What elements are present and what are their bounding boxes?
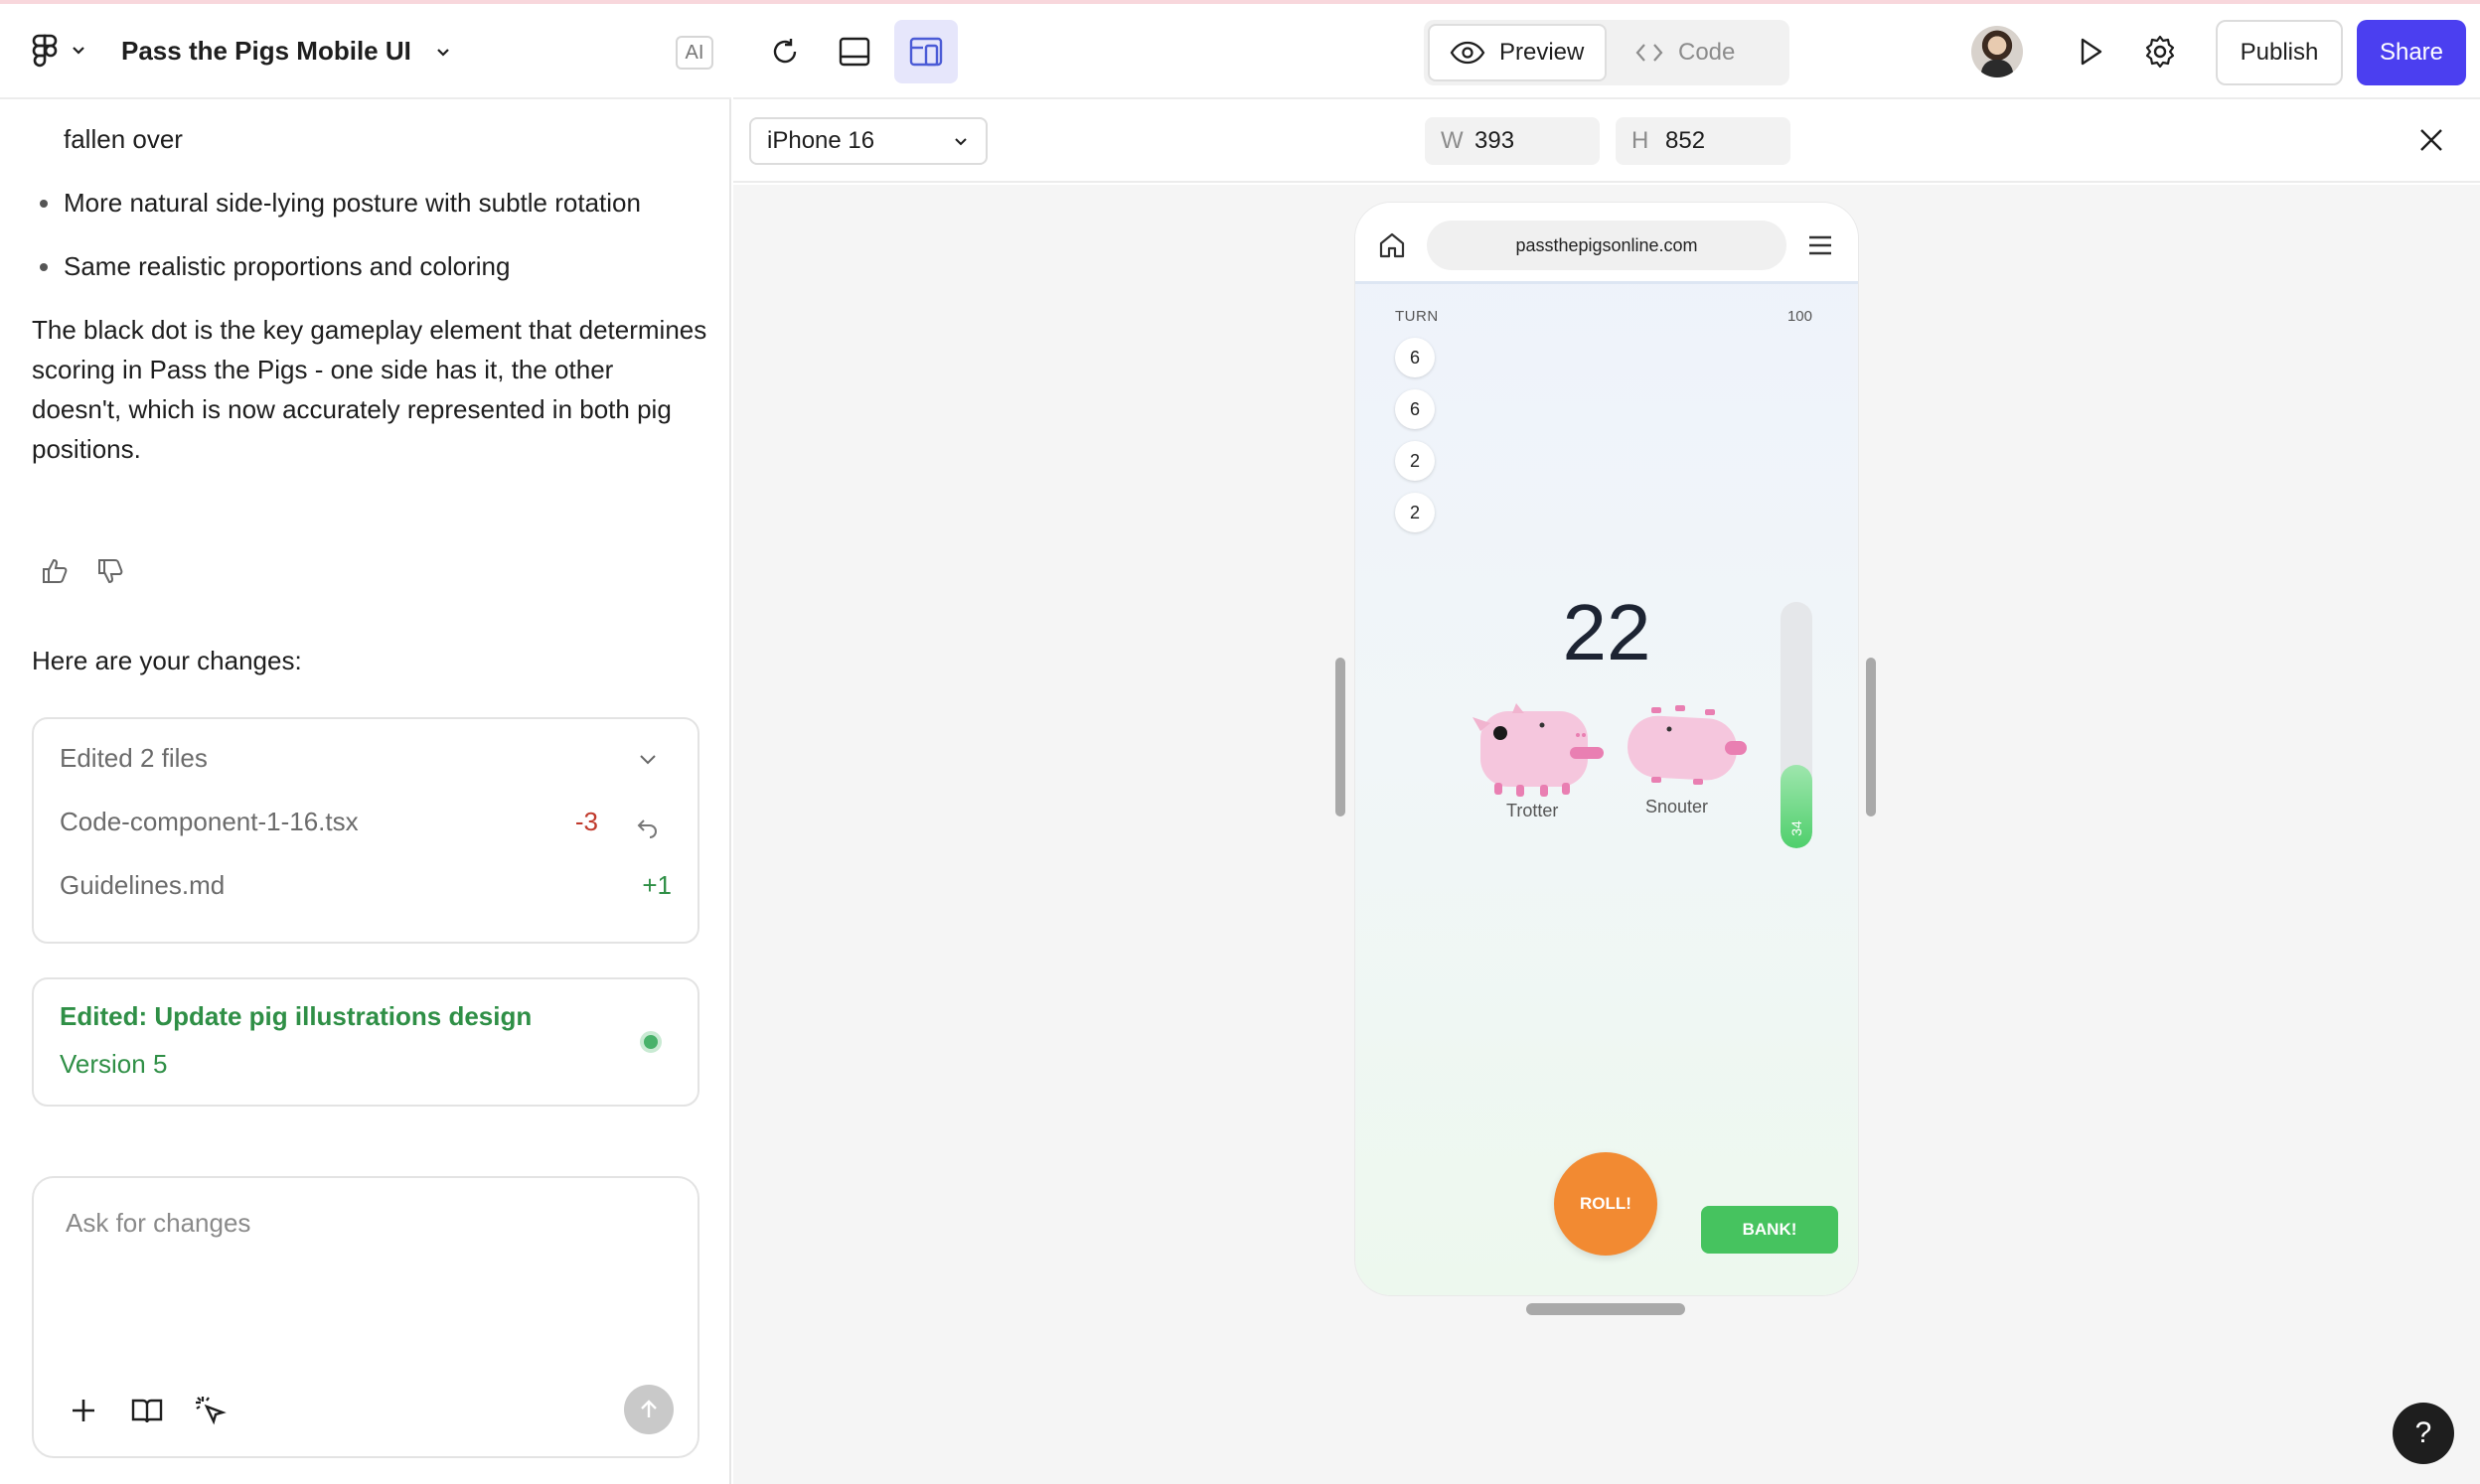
menu-chevron-down-icon[interactable] <box>72 44 85 58</box>
figma-logo-icon[interactable] <box>30 34 60 70</box>
project-menu-chevron-down-icon[interactable] <box>435 46 451 60</box>
refresh-icon <box>773 39 797 64</box>
height-value[interactable]: 852 <box>1665 117 1705 165</box>
share-button[interactable]: Share <box>2357 20 2466 85</box>
turn-score-chip: 6 <box>1395 338 1435 377</box>
file-delta: +1 <box>642 870 672 900</box>
mobile-browser-bar: passthepigsonline.com <box>1355 203 1858 284</box>
turn-score-chip: 6 <box>1395 389 1435 429</box>
url-bar[interactable]: passthepigsonline.com <box>1427 221 1786 270</box>
play-button[interactable] <box>2069 30 2112 74</box>
thumbs-up-icon[interactable] <box>40 556 70 586</box>
device-select-value: iPhone 16 <box>767 127 875 154</box>
plus-icon[interactable] <box>66 1393 101 1428</box>
file-name[interactable]: Guidelines.md <box>60 870 225 900</box>
feedback-buttons <box>40 556 139 588</box>
responsive-preview-button[interactable] <box>894 20 958 83</box>
score-progress-value: 34 <box>1788 820 1804 836</box>
thumbs-down-icon[interactable] <box>95 556 125 586</box>
refresh-button[interactable] <box>763 30 807 74</box>
chevron-down-icon <box>955 138 967 146</box>
responsive-devices-icon <box>909 37 943 67</box>
file-delta: -3 <box>574 807 598 836</box>
chat-panel: Pass the Pigs Mobile UI AI fallen over M… <box>0 4 731 1484</box>
device-select[interactable]: iPhone 16 <box>749 117 988 165</box>
chat-transcript: fallen over More natural side-lying post… <box>32 99 707 469</box>
select-element-icon[interactable] <box>193 1393 229 1428</box>
edited-files-card: Edited 2 files Code-component-1-16.tsx -… <box>32 717 699 944</box>
bank-button[interactable]: BANK! <box>1701 1206 1838 1254</box>
settings-button[interactable] <box>2138 30 2182 74</box>
home-icon[interactable] <box>1377 230 1407 260</box>
preview-tab[interactable]: Preview <box>1428 24 1607 81</box>
phone-preview: passthepigsonline.com TURN 100 6 6 2 2 2… <box>1355 203 1858 1295</box>
ai-toggle-button[interactable]: AI <box>676 36 713 70</box>
score-progress-meter: 34 <box>1781 602 1812 848</box>
chat-partial-line: fallen over <box>32 119 707 159</box>
layout-toggle-button[interactable] <box>833 30 876 74</box>
user-avatar[interactable] <box>1971 26 2023 77</box>
roll-button[interactable]: ROLL! <box>1554 1152 1657 1256</box>
top-toolbar: Preview Code Publish Share <box>733 4 2480 99</box>
height-label: H <box>1631 127 1649 154</box>
send-button[interactable] <box>624 1385 674 1434</box>
view-mode-switch: Preview Code <box>1424 20 1789 85</box>
gear-icon <box>2145 35 2175 69</box>
file-row[interactable]: Code-component-1-16.tsx -3 <box>60 807 672 846</box>
device-home-indicator <box>1526 1303 1685 1315</box>
resize-handle-right[interactable] <box>1866 658 1876 816</box>
turn-label: TURN <box>1395 308 1439 325</box>
version-title: Edited: Update pig illustrations design <box>60 1001 533 1031</box>
pig-snouter-illustration <box>1628 705 1747 785</box>
play-icon <box>2081 38 2102 66</box>
panel-layout-icon <box>839 37 870 67</box>
project-title[interactable]: Pass the Pigs Mobile UI <box>121 36 411 67</box>
file-name[interactable]: Code-component-1-16.tsx <box>60 807 359 836</box>
chat-bullet-1: More natural side-lying posture with sub… <box>32 183 707 223</box>
chat-composer <box>32 1176 699 1458</box>
width-field[interactable]: W 393 <box>1425 117 1600 165</box>
width-value[interactable]: 393 <box>1474 117 1514 165</box>
hamburger-menu-icon[interactable] <box>1806 232 1834 258</box>
code-tab-label: Code <box>1678 39 1736 66</box>
pig-trotter-illustration <box>1472 703 1604 797</box>
width-label: W <box>1441 127 1464 154</box>
chevron-down-icon[interactable] <box>638 753 658 767</box>
preview-tab-label: Preview <box>1499 39 1585 66</box>
edited-files-summary-label: Edited 2 files <box>60 743 208 773</box>
version-card[interactable]: Edited: Update pig illustrations design … <box>32 977 699 1107</box>
undo-icon[interactable] <box>636 815 660 838</box>
turn-score-chip: 2 <box>1395 441 1435 481</box>
turn-score-chip: 2 <box>1395 493 1435 532</box>
status-dot <box>640 1031 662 1053</box>
pig-name-label: Trotter <box>1506 801 1559 820</box>
chat-panel-header: Pass the Pigs Mobile UI AI <box>0 4 731 99</box>
code-tab[interactable]: Code <box>1615 24 1783 81</box>
ask-input[interactable] <box>66 1208 662 1239</box>
resize-handle-left[interactable] <box>1335 658 1345 816</box>
eye-icon <box>1450 41 1485 65</box>
device-preview-bar: iPhone 16 W 393 H 852 <box>733 99 2480 183</box>
book-icon[interactable] <box>129 1393 165 1428</box>
publish-button[interactable]: Publish <box>2216 20 2343 85</box>
pig-name-label: Snouter <box>1645 797 1709 816</box>
changes-title: Here are your changes: <box>32 646 302 675</box>
height-field[interactable]: H 852 <box>1616 117 1790 165</box>
target-score: 100 <box>1786 308 1812 325</box>
version-label: Version 5 <box>60 1049 168 1079</box>
arrow-up-icon <box>641 1400 657 1417</box>
chat-bullet-2: Same realistic proportions and coloring <box>32 246 707 286</box>
edited-files-summary[interactable]: Edited 2 files <box>60 743 672 783</box>
chat-partial-text: fallen over <box>64 124 183 154</box>
close-icon[interactable] <box>2416 125 2446 155</box>
help-button[interactable]: ? <box>2393 1403 2454 1464</box>
chat-paragraph: The black dot is the key gameplay elemen… <box>32 315 707 464</box>
file-row[interactable]: Guidelines.md +1 <box>60 870 672 910</box>
code-brackets-icon <box>1635 44 1663 62</box>
